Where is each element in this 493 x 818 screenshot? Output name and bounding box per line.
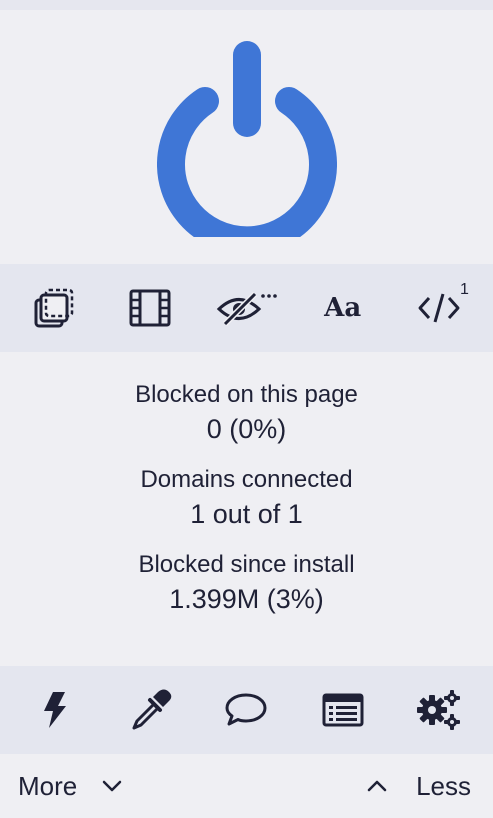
eyedropper-button[interactable] — [118, 682, 182, 738]
lightning-icon — [44, 692, 67, 728]
remote-fonts-button[interactable]: Aa — [311, 280, 375, 336]
chevron-up-icon — [366, 779, 388, 793]
stat-blocked-install-value: 1.399M (3%) — [169, 584, 324, 614]
remote-fonts-icon: Aa — [324, 293, 362, 323]
footer: More Less — [0, 754, 493, 818]
javascript-button[interactable]: 1 — [407, 280, 471, 336]
power-icon — [156, 41, 337, 237]
lightning-button[interactable] — [22, 682, 86, 738]
speech-bubble-icon — [225, 693, 267, 726]
power-area — [0, 10, 493, 264]
eyedropper-icon — [132, 689, 172, 730]
less-button[interactable]: Less — [366, 771, 471, 802]
top-toolbar: Aa 1 — [0, 264, 493, 352]
eye-slash-icon — [217, 291, 278, 327]
more-label: More — [18, 770, 78, 801]
popup-block-icon — [34, 288, 74, 328]
top-strip — [0, 0, 493, 10]
power-button[interactable] — [156, 37, 337, 237]
stat-blocked-install-label: Blocked since install — [138, 551, 355, 578]
more-button[interactable]: More — [18, 771, 123, 802]
stat-domains-label: Domains connected — [140, 466, 353, 493]
stat-blocked-page-value: 0 (0%) — [206, 414, 287, 444]
stat-domains-value: 1 out of 1 — [190, 499, 303, 529]
stat-domains: Domains connected 1 out of 1 — [140, 464, 352, 532]
stat-blocked-install: Blocked since install 1.399M (3%) — [138, 549, 354, 617]
logger-button[interactable] — [311, 682, 375, 738]
less-label: Less — [416, 770, 471, 801]
stats-panel: Blocked on this page 0 (0%) Domains conn… — [0, 352, 493, 666]
bottom-toolbar — [0, 666, 493, 754]
stat-blocked-page: Blocked on this page 0 (0%) — [135, 379, 358, 447]
javascript-badge: 1 — [459, 281, 469, 298]
chevron-down-icon — [101, 779, 123, 793]
code-icon — [418, 293, 460, 323]
popup-block-button[interactable] — [22, 280, 86, 336]
media-block-button[interactable] — [118, 280, 182, 336]
logger-icon — [322, 693, 364, 727]
speech-bubble-button[interactable] — [214, 682, 278, 738]
cosmetic-filter-button[interactable] — [214, 280, 278, 336]
settings-gears-icon — [416, 690, 460, 730]
film-icon — [129, 289, 171, 327]
settings-button[interactable] — [407, 682, 471, 738]
stat-blocked-page-label: Blocked on this page — [135, 381, 358, 408]
